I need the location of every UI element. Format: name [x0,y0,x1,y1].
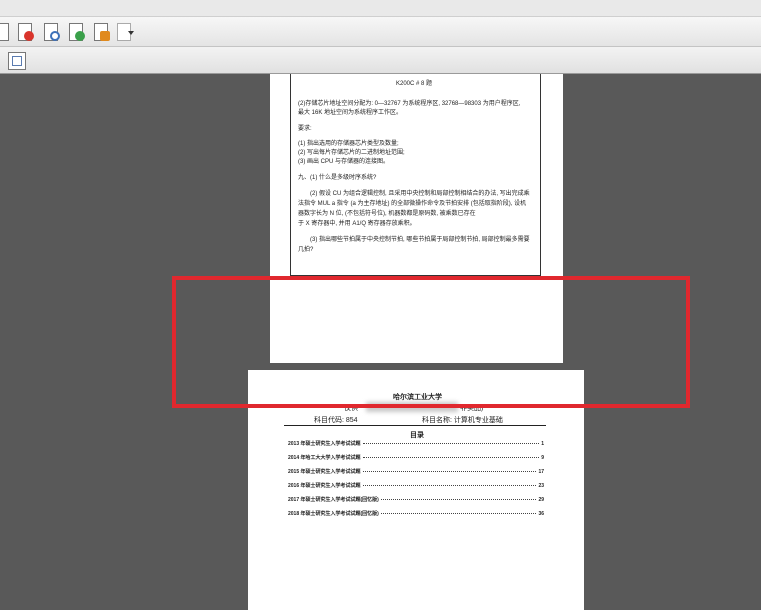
question-9-2-line-1: (2) 假设 CU 为组合逻辑控制, 且采用中央控制和局部控制相结合的办法, 写… [310,191,530,197]
requirements-label: 要求: [298,126,312,132]
question-9-2-line-3: 器数字长为 N 位, (不包括符号位), 机器数都是原码数, 被乘数已存在 [298,211,476,217]
export-icon[interactable] [66,22,86,42]
delete-pdf-icon[interactable] [15,22,35,42]
toc-item[interactable]: 2018 年硕士研究生入学考试试题(回忆版) 36 [288,510,544,517]
edit-sign-icon[interactable] [91,22,111,42]
highlight-box [172,276,690,408]
question-9-3-line-2: 几拍? [298,247,314,253]
toc-item[interactable]: 2014 年哈工大大学入学考试试题 9 [288,454,544,461]
question-2-line-1: (2)存储芯片地址空间分配为: 0—32767 为系统程序区, 32768—98… [298,101,521,107]
search-doc-icon[interactable] [41,22,61,42]
toc-item[interactable]: 2016 年硕士研究生入学考试试题 23 [288,482,544,489]
question-9-title: 九、(1) 什么是多级时序系统? [298,175,377,181]
question-9-2-line-2: 法指令 MUL a 指令 (a 为主存地址) 的全部微操作命令及节拍安排 (包括… [298,201,527,207]
toc-title: 目录 [410,432,424,439]
requirement-1: (1) 指出选用的存储器芯片类型及数量; [298,141,399,147]
question-9-3-line-1: (3) 指出哪些节拍属于中央控制节拍, 哪些节拍属于局部控制节拍, 局部控制最多… [310,237,530,243]
toc-item[interactable]: 2017 年硕士研究生入学考试试题(回忆版) 29 [288,496,544,503]
chevron-down-icon[interactable] [128,31,134,35]
subject-code: 科目代码: 854 [314,417,358,424]
main-toolbar [0,17,761,47]
forward-icon[interactable] [0,22,12,42]
subject-name: 科目名称: 计算机专业基础 [422,417,503,424]
header-rule [284,425,546,426]
secondary-toolbar [0,47,761,74]
toc-item[interactable]: 2013 年硕士研究生入学考试试题 1 [288,440,544,447]
page-navigation-icon[interactable] [8,52,26,70]
requirement-2: (2) 写出每片存储芯片的二进制地址范围; [298,150,405,156]
requirement-3: (3) 画出 CPU 与存储器的连接图。 [298,159,390,165]
question-9-2-line-4: 于 X 寄存器中, 并用 A1/Q 寄存器存放乘积。 [298,221,416,227]
window-top-strip [0,0,761,17]
question-2-line-2: 最大 16K 地址空间为系统程序工作区。 [298,110,403,116]
toc-item[interactable]: 2015 年硕士研究生入学考试试题 17 [288,468,544,475]
page-1-header: K200C # 8 题 [396,81,433,87]
